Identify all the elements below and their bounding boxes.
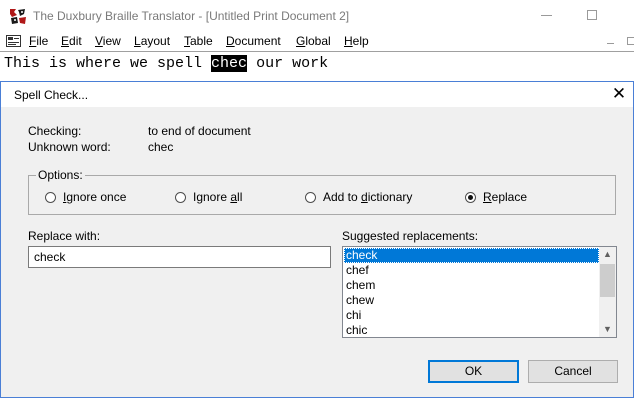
misspelled-word-highlight: chec xyxy=(211,55,248,72)
suggestions-scrollbar[interactable]: ▲ ▼ xyxy=(599,247,616,337)
minimize-icon[interactable] xyxy=(541,15,552,16)
checking-value: to end of document xyxy=(148,124,251,138)
scrollbar-thumb[interactable] xyxy=(600,264,615,297)
options-label: Options: xyxy=(36,168,85,182)
list-item[interactable]: chic xyxy=(344,323,599,337)
radio-replace-label: Replace xyxy=(483,190,528,204)
document-minimize-icon[interactable] xyxy=(607,43,614,44)
app-title-bar[interactable]: The Duxbury Braille Translator - [Untitl… xyxy=(0,0,634,32)
list-item[interactable]: chem xyxy=(344,278,599,293)
ok-button[interactable]: OK xyxy=(428,360,519,383)
unknown-word-value: chec xyxy=(148,140,174,154)
menu-layout[interactable]: Layout xyxy=(134,34,170,48)
divider xyxy=(0,51,634,52)
menu-table[interactable]: Table xyxy=(184,34,213,48)
dialog-title-bar[interactable]: Spell Check... ✕ xyxy=(1,82,633,107)
menu-help[interactable]: Help xyxy=(344,34,369,48)
suggestions-list[interactable]: check chef chem chew chi chic ▲ ▼ xyxy=(342,246,617,338)
radio-ignore-once-indicator[interactable] xyxy=(45,191,56,203)
radio-replace-indicator[interactable] xyxy=(465,191,476,203)
checking-label: Checking: xyxy=(28,124,82,138)
unknown-word-label: Unknown word: xyxy=(28,140,111,154)
list-item[interactable]: chef xyxy=(344,263,599,278)
radio-add-to-dictionary-label: Add to dictionary xyxy=(323,190,413,204)
list-item[interactable]: check xyxy=(344,248,599,263)
list-item[interactable]: chi xyxy=(344,308,599,323)
close-icon[interactable]: ✕ xyxy=(610,85,628,103)
menu-global[interactable]: Global xyxy=(296,34,331,48)
radio-ignore-once[interactable]: Ignore once xyxy=(45,190,126,204)
scroll-up-icon[interactable]: ▲ xyxy=(599,247,616,262)
suggested-replacements-label: Suggested replacements: xyxy=(342,229,479,243)
cancel-button[interactable]: Cancel xyxy=(528,360,618,383)
menu-view[interactable]: View xyxy=(95,34,121,48)
radio-replace[interactable]: Replace xyxy=(465,190,527,204)
radio-add-to-dictionary-indicator[interactable] xyxy=(305,191,316,203)
document-text-line[interactable]: This is where we spell chec our work xyxy=(4,55,328,73)
duxbury-app-icon xyxy=(9,8,27,25)
radio-add-to-dictionary[interactable]: Add to dictionary xyxy=(305,190,412,204)
replace-with-label: Replace with: xyxy=(28,229,101,243)
list-item[interactable]: chew xyxy=(344,293,599,308)
replace-with-input[interactable]: check xyxy=(28,246,331,268)
maximize-icon[interactable] xyxy=(587,10,597,20)
radio-ignore-once-label: Ignore once xyxy=(63,190,127,204)
menu-file[interactable]: File xyxy=(29,34,48,48)
document-menu-icon[interactable] xyxy=(6,35,21,47)
menu-document[interactable]: Document xyxy=(226,34,281,48)
menu-edit[interactable]: Edit xyxy=(61,34,82,48)
document-text-after: our work xyxy=(247,55,329,72)
document-text-before: This is where we spell xyxy=(4,55,212,72)
radio-ignore-all-label: Ignore all xyxy=(193,190,243,204)
scroll-down-icon[interactable]: ▼ xyxy=(599,322,616,337)
window-title: The Duxbury Braille Translator - [Untitl… xyxy=(33,9,350,23)
spell-check-dialog: Spell Check... ✕ Checking: to end of doc… xyxy=(0,81,634,398)
radio-ignore-all[interactable]: Ignore all xyxy=(175,190,242,204)
menu-bar: File Edit View Layout Table Document Glo… xyxy=(0,32,634,51)
dialog-title: Spell Check... xyxy=(14,88,89,102)
document-restore-icon[interactable] xyxy=(627,37,634,45)
radio-ignore-all-indicator[interactable] xyxy=(175,191,186,203)
